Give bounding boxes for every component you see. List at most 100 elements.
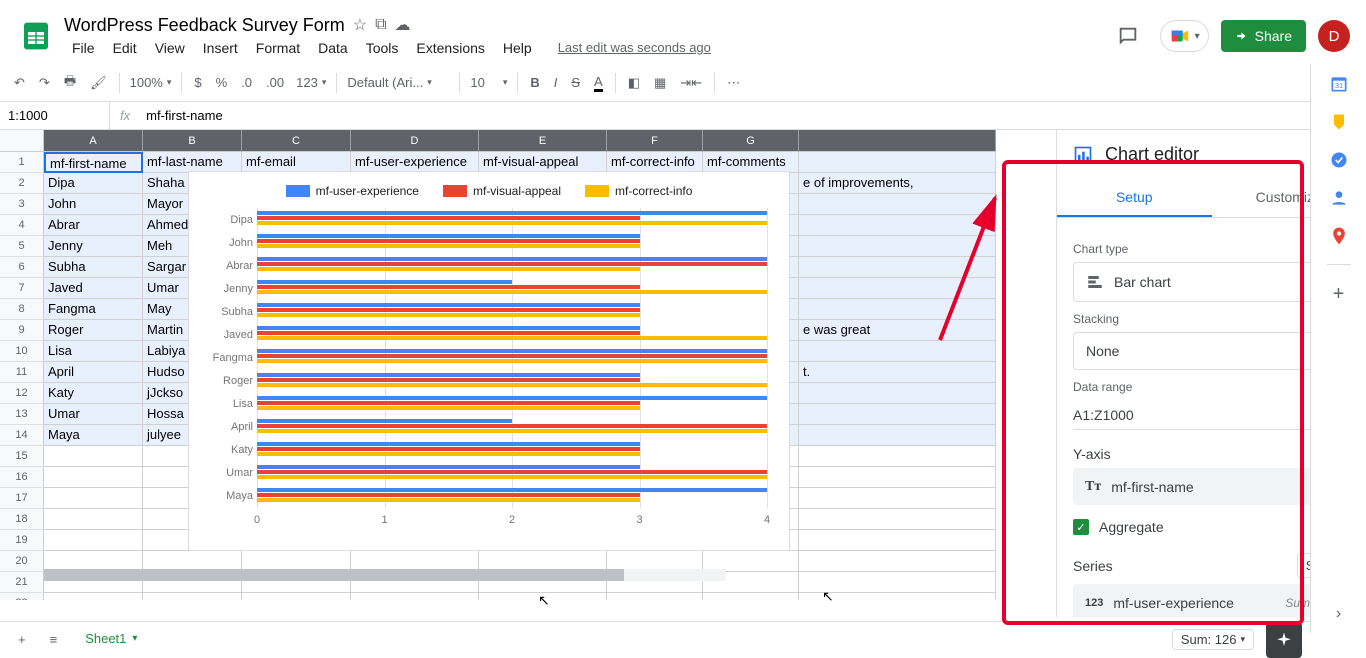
calendar-icon[interactable]: 31: [1329, 74, 1349, 94]
row-header[interactable]: 20: [0, 551, 44, 572]
cell[interactable]: Fangma: [44, 299, 143, 320]
keep-icon[interactable]: [1329, 112, 1349, 132]
row-header[interactable]: 19: [0, 530, 44, 551]
row-header[interactable]: 10: [0, 341, 44, 362]
cell[interactable]: Javed: [44, 278, 143, 299]
col-header[interactable]: G: [703, 130, 799, 152]
col-header[interactable]: [799, 130, 996, 152]
menu-view[interactable]: View: [147, 38, 193, 58]
header-cell[interactable]: mf-visual-appeal: [479, 152, 607, 173]
row-header[interactable]: 3: [0, 194, 44, 215]
embedded-chart[interactable]: mf-user-experience mf-visual-appeal mf-c…: [188, 171, 790, 551]
tab-setup[interactable]: Setup: [1057, 179, 1212, 217]
col-header[interactable]: E: [479, 130, 607, 152]
cell[interactable]: [799, 467, 996, 488]
col-header[interactable]: F: [607, 130, 703, 152]
cell[interactable]: Jenny: [44, 236, 143, 257]
meet-button[interactable]: ▾: [1160, 20, 1209, 52]
cell[interactable]: [799, 425, 996, 446]
cell[interactable]: [44, 467, 143, 488]
row-header[interactable]: 11: [0, 362, 44, 383]
cell[interactable]: Dipa: [44, 173, 143, 194]
add-icon[interactable]: +: [1333, 283, 1345, 306]
cell[interactable]: [44, 509, 143, 530]
currency-icon[interactable]: $: [188, 71, 207, 94]
cell[interactable]: Maya: [44, 425, 143, 446]
cell[interactable]: April: [44, 362, 143, 383]
name-box[interactable]: 1:1000: [0, 102, 110, 129]
menu-extensions[interactable]: Extensions: [408, 38, 492, 58]
row-header[interactable]: 7: [0, 278, 44, 299]
header-cell[interactable]: mf-first-name: [44, 152, 143, 173]
row-header[interactable]: 2: [0, 173, 44, 194]
horizontal-scrollbar[interactable]: [44, 569, 726, 581]
all-sheets-button[interactable]: ≡: [40, 626, 68, 653]
format-select[interactable]: 123▾: [292, 73, 330, 92]
cell[interactable]: [351, 593, 479, 600]
cell[interactable]: [242, 593, 351, 600]
cell[interactable]: [703, 593, 799, 600]
cell[interactable]: Katy: [44, 383, 143, 404]
cell[interactable]: [44, 446, 143, 467]
row-header[interactable]: 5: [0, 236, 44, 257]
print-icon[interactable]: 🖶: [58, 68, 82, 98]
row-header[interactable]: 17: [0, 488, 44, 509]
cell[interactable]: [799, 488, 996, 509]
aggregate-checkbox[interactable]: ✓ Aggregate: [1073, 519, 1350, 535]
col-header[interactable]: B: [143, 130, 242, 152]
font-size[interactable]: 10▾: [466, 73, 511, 92]
cell[interactable]: [44, 488, 143, 509]
select-all-corner[interactable]: [0, 130, 44, 152]
menu-data[interactable]: Data: [310, 38, 356, 58]
menu-edit[interactable]: Edit: [105, 38, 145, 58]
share-button[interactable]: Share: [1221, 20, 1306, 52]
cell[interactable]: [44, 530, 143, 551]
italic-icon[interactable]: I: [548, 71, 564, 94]
header-cell[interactable]: mf-user-experience: [351, 152, 479, 173]
col-header[interactable]: D: [351, 130, 479, 152]
strike-icon[interactable]: S: [565, 71, 586, 94]
header-cell[interactable]: mf-email: [242, 152, 351, 173]
undo-icon[interactable]: ↶: [8, 71, 31, 95]
cell[interactable]: [799, 152, 996, 173]
hide-panel-icon[interactable]: ›: [1336, 605, 1341, 623]
add-sheet-button[interactable]: +: [8, 626, 36, 653]
menu-help[interactable]: Help: [495, 38, 540, 58]
cell[interactable]: Umar: [44, 404, 143, 425]
col-header[interactable]: A: [44, 130, 143, 152]
cell[interactable]: [143, 593, 242, 600]
cell[interactable]: Abrar: [44, 215, 143, 236]
cell[interactable]: [799, 530, 996, 551]
text-color-icon[interactable]: A: [588, 70, 609, 96]
row-header[interactable]: 9: [0, 320, 44, 341]
row-header[interactable]: 13: [0, 404, 44, 425]
data-range-input[interactable]: A1:Z1000 ▦: [1073, 400, 1350, 430]
fill-color-icon[interactable]: ◧: [622, 71, 646, 95]
series-chip[interactable]: 123 mf-user-experience Sum ⋮: [1073, 584, 1350, 617]
cell[interactable]: John: [44, 194, 143, 215]
formula-input[interactable]: mf-first-name: [140, 108, 229, 123]
paint-format-icon[interactable]: 🖌: [84, 71, 113, 95]
row-header[interactable]: 8: [0, 299, 44, 320]
sheets-logo[interactable]: [16, 16, 56, 56]
percent-icon[interactable]: %: [210, 71, 234, 94]
row-header[interactable]: 14: [0, 425, 44, 446]
cell[interactable]: [799, 509, 996, 530]
chart-type-select[interactable]: Bar chart▾: [1073, 262, 1350, 302]
explore-button[interactable]: [1266, 622, 1302, 658]
menu-file[interactable]: File: [64, 38, 103, 58]
merge-icon[interactable]: ⇥⇤: [674, 71, 708, 95]
cell[interactable]: t.: [799, 362, 996, 383]
row-header[interactable]: 16: [0, 467, 44, 488]
tasks-icon[interactable]: [1329, 150, 1349, 170]
doc-title[interactable]: WordPress Feedback Survey Form: [64, 15, 345, 36]
cloud-icon[interactable]: ☁: [395, 15, 411, 35]
move-icon[interactable]: ⧉: [375, 16, 386, 34]
cell[interactable]: Subha: [44, 257, 143, 278]
star-icon[interactable]: ☆: [353, 15, 367, 35]
redo-icon[interactable]: ↷: [33, 71, 56, 95]
row-header[interactable]: 4: [0, 215, 44, 236]
menu-insert[interactable]: Insert: [195, 38, 246, 58]
row-header[interactable]: 15: [0, 446, 44, 467]
cell[interactable]: Roger: [44, 320, 143, 341]
